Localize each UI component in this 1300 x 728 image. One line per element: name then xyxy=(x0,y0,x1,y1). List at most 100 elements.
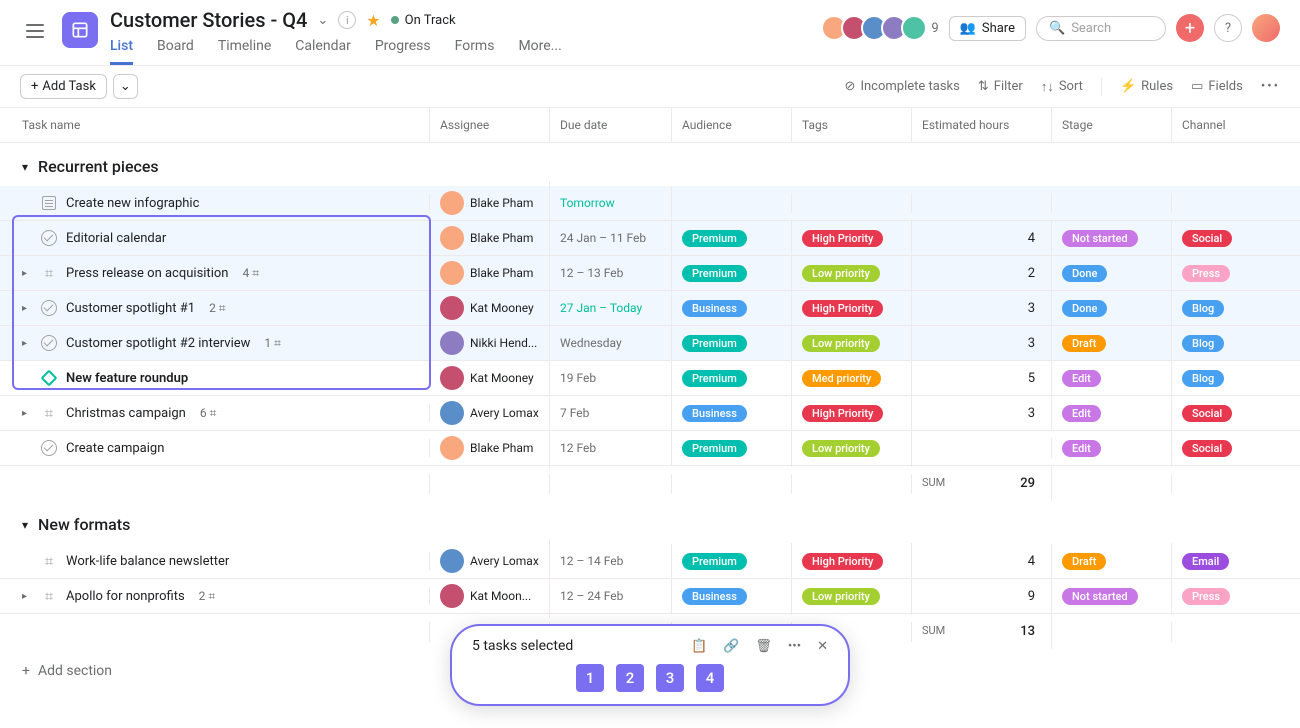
task-type-icon[interactable]: ⌗ xyxy=(40,404,58,422)
link-icon[interactable]: 🔗 xyxy=(723,639,739,654)
expand-caret-icon[interactable]: ▸ xyxy=(22,268,32,279)
audience-cell[interactable]: Business xyxy=(672,578,792,615)
task-name[interactable]: Work-life balance newsletter xyxy=(66,554,229,569)
stage-cell[interactable]: Draft xyxy=(1052,325,1172,362)
channel-cell[interactable]: Press xyxy=(1172,578,1280,615)
expand-caret-icon[interactable]: ▸ xyxy=(22,303,32,314)
channel-cell[interactable]: Blog xyxy=(1172,290,1280,327)
stage-cell[interactable]: Not started xyxy=(1052,220,1172,257)
channel-cell[interactable]: Blog xyxy=(1172,325,1280,362)
star-icon[interactable]: ★ xyxy=(366,11,380,30)
task-type-icon[interactable] xyxy=(40,194,58,212)
task-name[interactable]: Customer spotlight #1 xyxy=(66,301,195,316)
expand-caret-icon[interactable]: ▸ xyxy=(22,591,32,602)
assignee-cell[interactable]: Blake Pham xyxy=(440,226,539,250)
tags-cell[interactable]: Low priority xyxy=(792,325,912,362)
hours-cell[interactable] xyxy=(912,438,1052,458)
tags-cell[interactable]: Low priority xyxy=(792,578,912,615)
hours-cell[interactable]: 2 xyxy=(912,256,1052,291)
task-name[interactable]: Editorial calendar xyxy=(66,231,166,246)
rules-button[interactable]: ⚡Rules xyxy=(1120,79,1173,94)
tab-timeline[interactable]: Timeline xyxy=(218,38,271,65)
audience-cell[interactable]: Premium xyxy=(672,325,792,362)
channel-cell[interactable]: Social xyxy=(1172,395,1280,432)
tags-cell[interactable]: Med priority xyxy=(792,360,912,397)
search-input[interactable]: 🔍 Search xyxy=(1036,16,1166,41)
task-type-icon[interactable] xyxy=(40,369,58,387)
col-task-name[interactable]: Task name xyxy=(0,108,430,142)
add-task-dropdown[interactable]: ⌄ xyxy=(113,74,138,99)
col-stage[interactable]: Stage xyxy=(1052,108,1172,142)
info-icon[interactable]: i xyxy=(338,11,356,29)
audience-cell[interactable]: Business xyxy=(672,290,792,327)
expand-caret-icon[interactable]: ▸ xyxy=(22,338,32,349)
stage-cell[interactable]: Edit xyxy=(1052,395,1172,432)
tags-cell[interactable]: Low priority xyxy=(792,430,912,467)
help-button[interactable]: ? xyxy=(1214,14,1242,42)
tags-cell[interactable]: High Priority xyxy=(792,543,912,580)
more-icon[interactable]: ••• xyxy=(788,639,801,654)
audience-cell[interactable]: Premium xyxy=(672,255,792,292)
filter-button[interactable]: ⇅Filter xyxy=(978,79,1023,94)
tab-more[interactable]: More... xyxy=(518,38,561,65)
due-date[interactable]: 12 Feb xyxy=(560,441,596,455)
tab-progress[interactable]: Progress xyxy=(375,38,431,65)
audience-cell[interactable]: Premium xyxy=(672,360,792,397)
tab-forms[interactable]: Forms xyxy=(455,38,495,65)
task-name[interactable]: Christmas campaign xyxy=(66,406,186,421)
col-assignee[interactable]: Assignee xyxy=(430,108,550,142)
task-row[interactable]: ⌗Work-life balance newsletterAvery Lomax… xyxy=(0,544,1300,579)
assignee-cell[interactable]: Kat Mooney xyxy=(440,366,539,390)
stage-cell[interactable]: Edit xyxy=(1052,430,1172,467)
channel-cell[interactable]: Social xyxy=(1172,430,1280,467)
hours-cell[interactable]: 4 xyxy=(912,221,1052,256)
due-date[interactable]: Wednesday xyxy=(560,336,622,350)
sort-button[interactable]: ↑↓Sort xyxy=(1041,79,1083,95)
task-name[interactable]: New feature roundup xyxy=(66,371,188,386)
close-icon[interactable]: ✕ xyxy=(817,639,828,654)
col-hours[interactable]: Estimated hours xyxy=(912,108,1052,142)
stage-cell[interactable]: Draft xyxy=(1052,543,1172,580)
more-options[interactable]: ••• xyxy=(1261,79,1280,94)
assignee-cell[interactable]: Blake Pham xyxy=(440,261,539,285)
section-header[interactable]: ▾New formats xyxy=(0,501,1300,544)
task-name[interactable]: Customer spotlight #2 interview xyxy=(66,336,250,351)
stage-cell[interactable]: Done xyxy=(1052,255,1172,292)
project-title[interactable]: Customer Stories - Q4 xyxy=(110,8,307,32)
channel-cell[interactable] xyxy=(1172,193,1280,213)
task-row[interactable]: Create campaignBlake Pham12 FebPremiumLo… xyxy=(0,431,1300,466)
task-type-icon[interactable] xyxy=(40,229,58,247)
due-date[interactable]: 7 Feb xyxy=(560,406,589,420)
due-date[interactable]: 19 Feb xyxy=(560,371,596,385)
channel-cell[interactable]: Email xyxy=(1172,543,1280,580)
assignee-cell[interactable]: Blake Pham xyxy=(440,191,539,215)
hours-cell[interactable]: 3 xyxy=(912,291,1052,326)
share-button[interactable]: 👥 Share xyxy=(949,16,1026,41)
tags-cell[interactable]: High Priority xyxy=(792,220,912,257)
chevron-down-icon[interactable]: ⌄ xyxy=(317,13,328,28)
assignee-cell[interactable]: Blake Pham xyxy=(440,436,539,460)
assignee-cell[interactable]: Kat Moon... xyxy=(440,584,539,608)
task-row[interactable]: ▸Customer spotlight #12 ⌗Kat Mooney27 Ja… xyxy=(0,291,1300,326)
due-date[interactable]: 12 – 14 Feb xyxy=(560,554,623,568)
channel-cell[interactable]: Blog xyxy=(1172,360,1280,397)
task-type-icon[interactable]: ⌗ xyxy=(40,587,58,605)
task-type-icon[interactable]: ⌗ xyxy=(40,264,58,282)
hours-cell[interactable]: 3 xyxy=(912,396,1052,431)
tab-calendar[interactable]: Calendar xyxy=(295,38,351,65)
status-pill[interactable]: On Track xyxy=(391,13,456,28)
due-date[interactable]: 24 Jan – 11 Feb xyxy=(560,231,646,245)
audience-cell[interactable] xyxy=(672,193,792,213)
assignee-cell[interactable]: Avery Lomax xyxy=(440,401,539,425)
col-tags[interactable]: Tags xyxy=(792,108,912,142)
task-row[interactable]: ▸⌗Press release on acquisition4 ⌗Blake P… xyxy=(0,256,1300,291)
channel-cell[interactable]: Press xyxy=(1172,255,1280,292)
audience-cell[interactable]: Business xyxy=(672,395,792,432)
task-type-icon[interactable]: ⌗ xyxy=(40,552,58,570)
hours-cell[interactable]: 3 xyxy=(912,326,1052,361)
hours-cell[interactable] xyxy=(912,193,1052,213)
task-row[interactable]: Create new infographicBlake PhamTomorrow xyxy=(0,186,1300,221)
incomplete-tasks-filter[interactable]: ⊘Incomplete tasks xyxy=(845,79,960,94)
stage-cell[interactable]: Not started xyxy=(1052,578,1172,615)
tags-cell[interactable] xyxy=(792,193,912,213)
